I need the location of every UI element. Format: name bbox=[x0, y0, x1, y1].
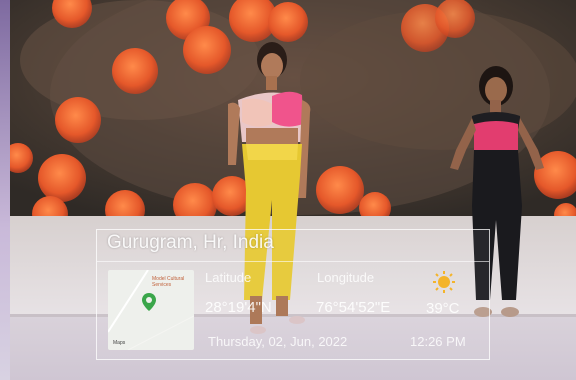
overlay-divider bbox=[97, 261, 489, 262]
maps-brand-label: Maps bbox=[113, 340, 126, 346]
map-thumbnail[interactable]: Model Cultural Services Maps bbox=[108, 270, 194, 350]
date-text: Thursday, 02, Jun, 2022 bbox=[208, 334, 348, 349]
geotag-overlay: Gurugram, Hr, India Model Cultural Servi… bbox=[96, 229, 490, 360]
maps-logo: Maps bbox=[113, 340, 125, 346]
temperature-value: 39°C bbox=[426, 300, 460, 317]
sun-icon bbox=[432, 270, 456, 299]
time-text: 12:26 PM bbox=[410, 334, 466, 349]
latitude-value: 28°19'4"N bbox=[205, 299, 272, 316]
longitude-value: 76°54'52"E bbox=[316, 299, 391, 316]
photo-frame: Gurugram, Hr, India Model Cultural Servi… bbox=[0, 0, 576, 380]
location-name: Gurugram, Hr, India bbox=[107, 232, 274, 253]
latitude-label: Latitude bbox=[205, 270, 252, 285]
location-pin-icon bbox=[142, 293, 156, 311]
map-place-label: Model Cultural Services bbox=[152, 276, 185, 288]
longitude-label: Longitude bbox=[317, 270, 375, 285]
left-edge-strip bbox=[0, 0, 10, 380]
